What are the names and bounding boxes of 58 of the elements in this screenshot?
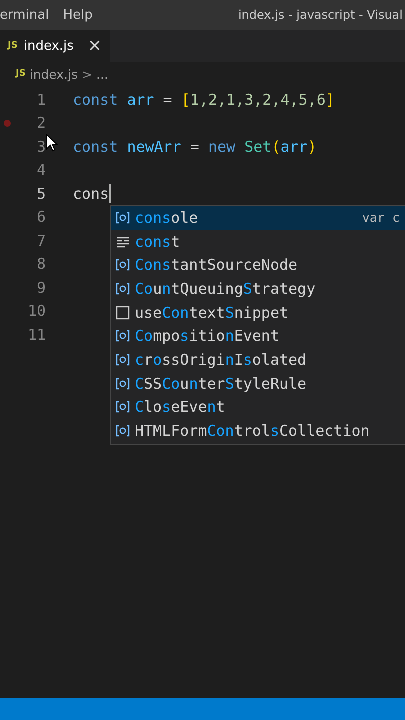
js-file-icon: JS: [16, 69, 26, 79]
suggestion-item[interactable]: useContextSnippet: [111, 300, 405, 324]
text-cursor: [109, 184, 112, 204]
breakpoint-dot[interactable]: [4, 120, 10, 127]
mouse-pointer-icon: [46, 134, 58, 152]
snippet-icon: [116, 306, 130, 320]
line-number: 8: [36, 255, 46, 274]
code-token: arr: [280, 138, 308, 156]
code-token: const: [73, 90, 120, 109]
suggestion-item[interactable]: ConstantSourceNode: [111, 253, 405, 278]
code-token: [: [181, 90, 190, 109]
line-number: 3: [36, 138, 46, 156]
code-token: =: [162, 90, 174, 109]
line-number: 10: [26, 302, 46, 320]
suggestion-item[interactable]: crossOriginIsolated: [111, 348, 405, 372]
line-number: 4: [36, 161, 46, 180]
breadcrumb-separator: >: [82, 66, 92, 82]
line-number: 7: [36, 232, 46, 250]
variable-icon: [116, 401, 130, 414]
line-number: 9: [36, 278, 46, 297]
window-title: index.js - javascript - Visual: [238, 8, 403, 22]
breadcrumb-symbols[interactable]: ...: [96, 66, 108, 82]
line-number: 2: [36, 114, 46, 132]
code-token: arr: [127, 90, 154, 109]
variable-icon: [116, 378, 130, 390]
code-token: 1,2,1,3,2,4,5,6: [190, 90, 326, 109]
code-token: =: [189, 138, 200, 156]
suggestion-detail: var c: [362, 210, 400, 226]
code-token: (: [272, 138, 281, 156]
keyword-icon: [116, 236, 130, 248]
suggestion-item[interactable]: const: [111, 230, 405, 254]
suggestion-item[interactable]: CSSCounterStyleRule: [111, 372, 405, 396]
variable-icon: [116, 282, 130, 295]
code-token: ): [308, 138, 317, 156]
editor-tab[interactable]: JS index.js ×: [0, 30, 110, 62]
suggestion-item[interactable]: CloseEvent: [111, 396, 405, 420]
variable-icon: [116, 354, 130, 366]
menu-item[interactable]: Help: [63, 8, 93, 22]
menu-item[interactable]: erminal: [0, 8, 50, 22]
code-token: new: [208, 138, 237, 156]
suggestion-item[interactable]: console var c: [111, 206, 405, 230]
line-number: 5: [36, 184, 46, 203]
breadcrumb-file[interactable]: index.js: [30, 66, 78, 82]
line-number: 11: [26, 326, 46, 344]
code-token: const: [73, 138, 120, 156]
suggestion-item[interactable]: HTMLFormControlsCollection: [111, 419, 405, 443]
code-token: Set: [244, 138, 272, 156]
suggestion-item[interactable]: CompositionEvent: [111, 324, 405, 348]
code-token: ]: [326, 90, 335, 109]
variable-icon: [116, 259, 130, 272]
line-number: 1: [36, 90, 46, 109]
variable-icon: [116, 212, 130, 224]
code-token: cons: [73, 184, 110, 203]
variable-icon: [116, 330, 130, 342]
line-number: 6: [36, 208, 46, 226]
suggestion-item[interactable]: CountQueuingStrategy: [111, 277, 405, 301]
code-token: newArr: [127, 138, 182, 156]
variable-icon: [116, 425, 130, 438]
